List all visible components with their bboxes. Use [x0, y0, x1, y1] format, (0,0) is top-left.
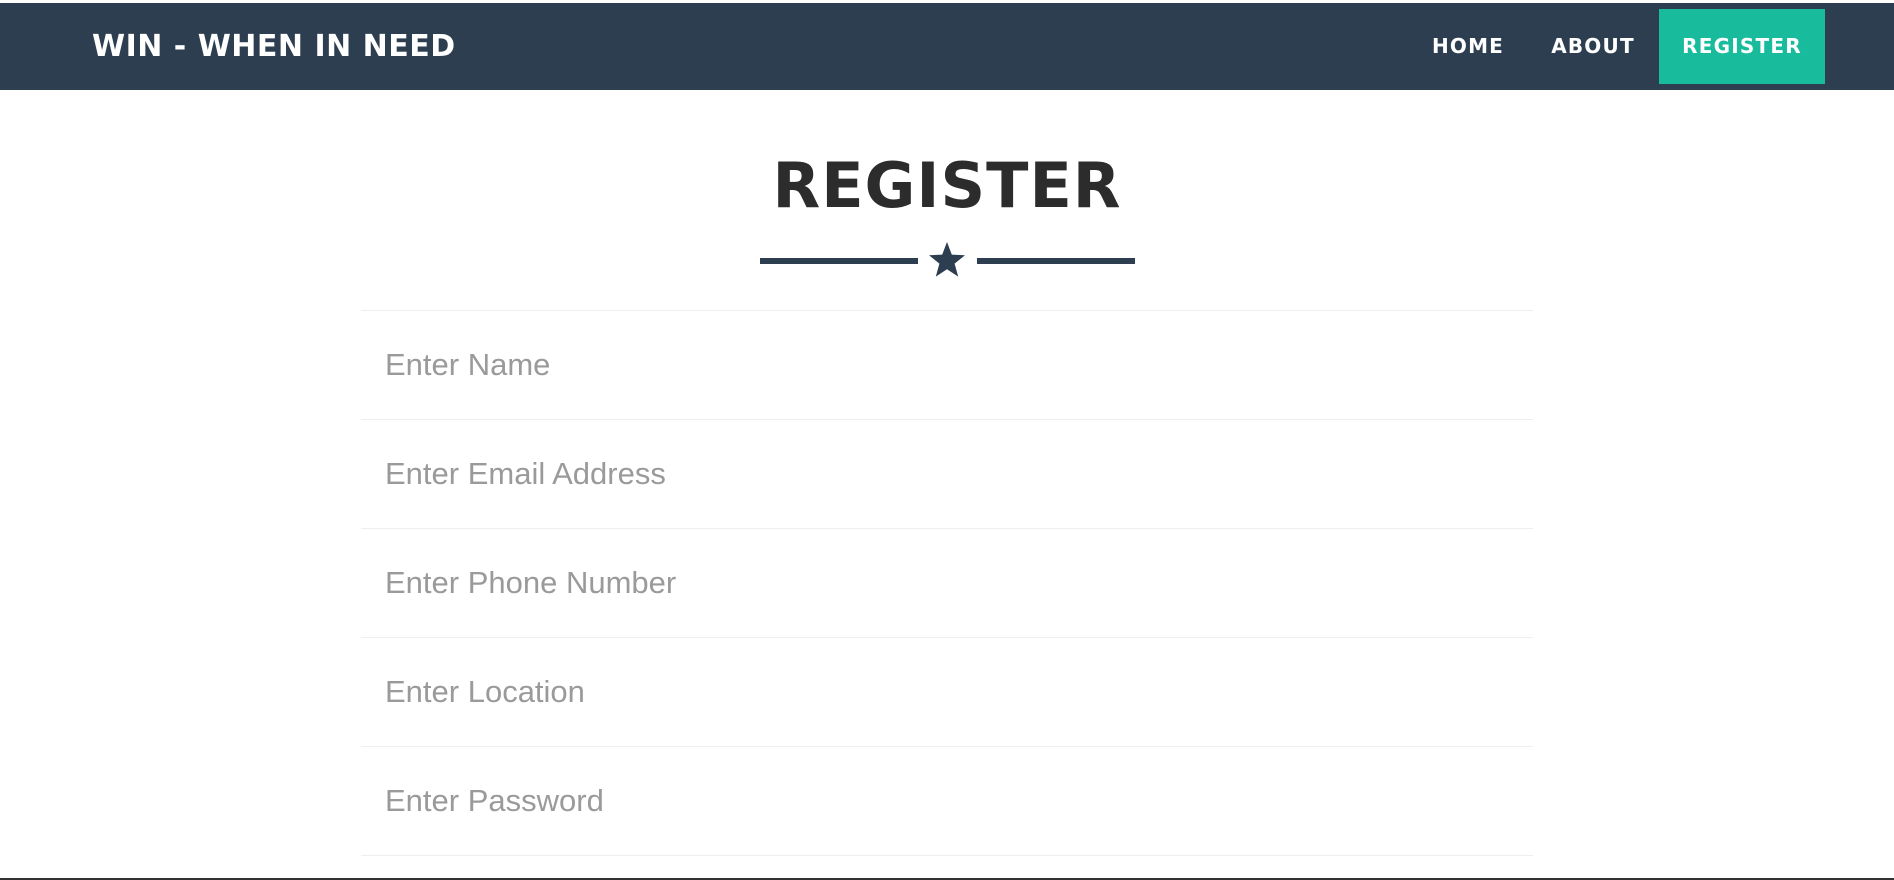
- phone-input[interactable]: [361, 529, 1533, 637]
- divider-line-left: [760, 258, 918, 264]
- star-icon: [929, 242, 965, 277]
- divider-line-right: [977, 258, 1135, 264]
- name-field-row: [361, 310, 1533, 419]
- email-field-row: [361, 419, 1533, 528]
- email-input[interactable]: [361, 420, 1533, 528]
- navbar: WIN - WHEN IN NEED HOME ABOUT REGISTER: [0, 3, 1894, 90]
- page-title: REGISTER: [772, 149, 1122, 222]
- name-input[interactable]: [361, 311, 1533, 419]
- password-input[interactable]: [361, 747, 1533, 855]
- nav-register-link[interactable]: REGISTER: [1659, 9, 1825, 84]
- location-field-row: [361, 637, 1533, 746]
- register-form: [361, 310, 1533, 856]
- nav-about-link[interactable]: ABOUT: [1542, 9, 1644, 84]
- nav-home-link[interactable]: HOME: [1420, 9, 1516, 84]
- password-field-row: [361, 746, 1533, 856]
- phone-field-row: [361, 528, 1533, 637]
- location-input[interactable]: [361, 638, 1533, 746]
- brand-logo-link[interactable]: WIN - WHEN IN NEED: [92, 3, 456, 90]
